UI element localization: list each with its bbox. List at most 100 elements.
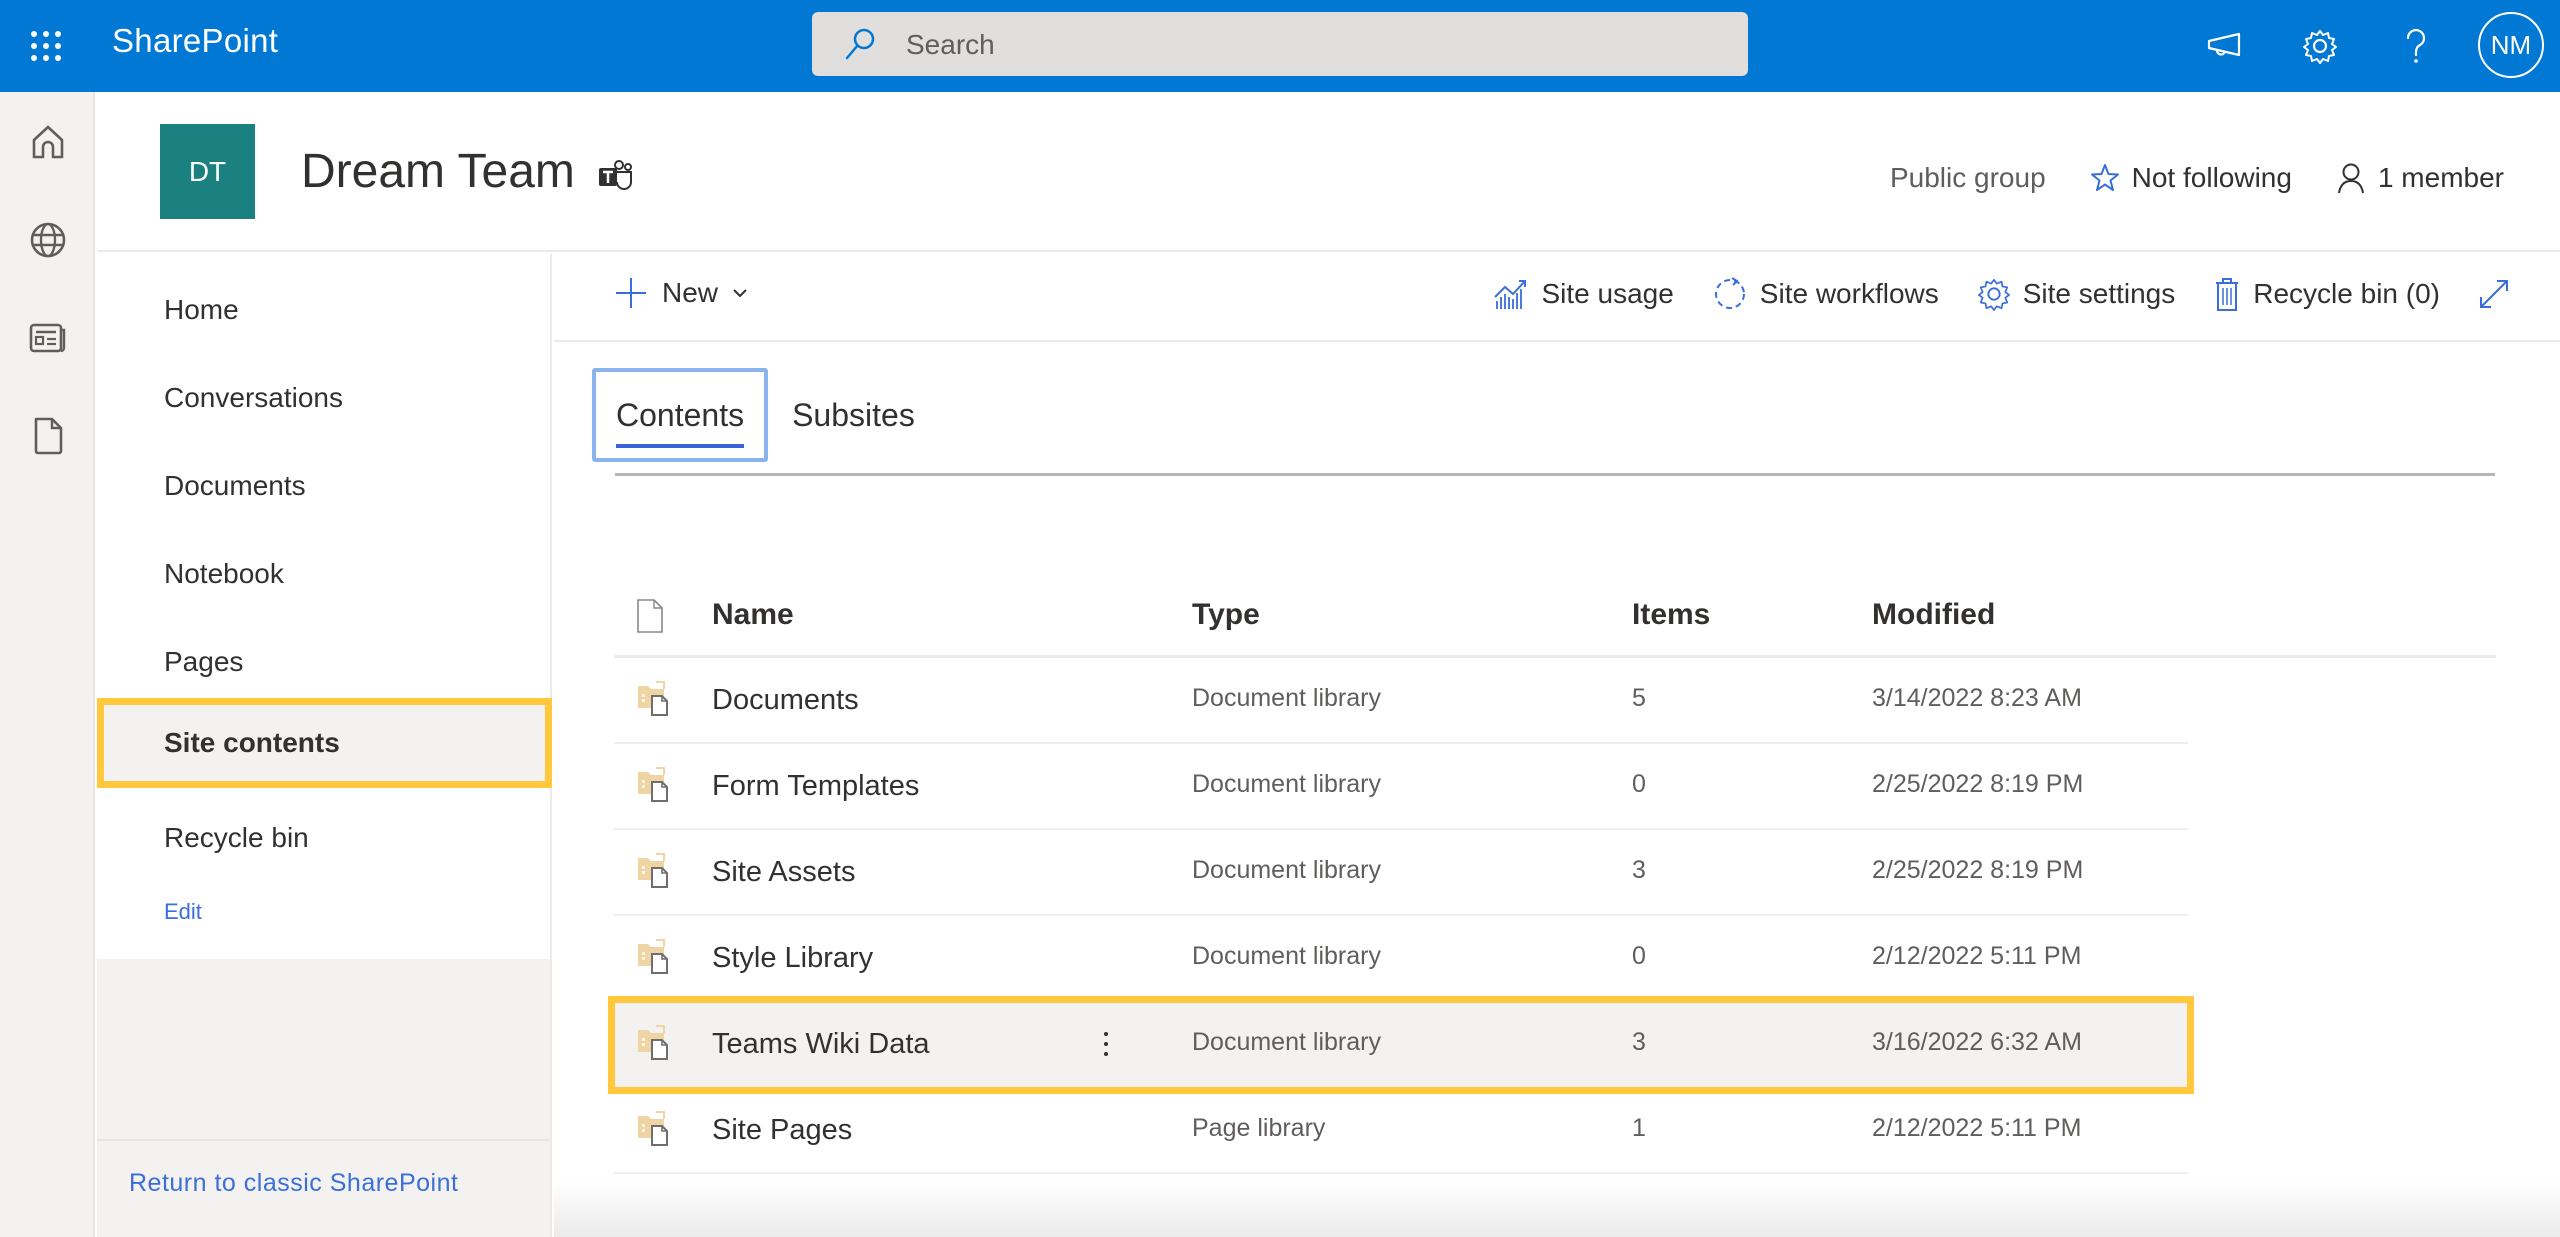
command-bar: New Site usage Site workflows Site setti… <box>554 254 2560 342</box>
members-label: 1 member <box>2377 162 2504 193</box>
row-modified: 2/25/2022 8:19 PM <box>1872 770 2084 798</box>
file-type-header-icon[interactable] <box>636 598 664 634</box>
news-icon[interactable] <box>26 316 70 360</box>
row-modified: 3/14/2022 8:23 AM <box>1872 684 2082 712</box>
row-modified: 2/25/2022 8:19 PM <box>1872 856 2084 884</box>
site-title[interactable]: Dream Team <box>301 144 575 199</box>
new-button[interactable]: New <box>614 276 748 310</box>
site-workflows-button[interactable]: Site workflows <box>1712 276 1939 312</box>
list-rows: Documents Document library 5 3/14/2022 8… <box>608 658 2496 1174</box>
list-row[interactable]: Form Templates Document library 0 2/25/2… <box>614 744 2188 830</box>
chart-icon <box>1494 280 1527 309</box>
tab-subsites[interactable]: Subsites <box>768 368 939 462</box>
star-icon <box>2090 164 2119 191</box>
column-header-name[interactable]: Name <box>712 598 794 632</box>
globe-icon[interactable] <box>26 218 70 262</box>
follow-label: Not following <box>2131 162 2292 193</box>
nav-item-home[interactable]: Home <box>97 266 550 354</box>
row-name[interactable]: Site Assets <box>712 856 855 889</box>
site-contents-list: Name Type Items Modified Documents Docum… <box>608 580 2496 1174</box>
more-options-icon[interactable] <box>1094 1024 1118 1064</box>
recycle-bin-label: Recycle bin (0) <box>2253 278 2440 309</box>
suite-header: SharePoint Search NM <box>0 0 2560 92</box>
row-type: Document library <box>1192 770 1381 798</box>
site-navigation: Home Conversations Documents Notebook Pa… <box>97 254 552 1237</box>
row-type: Document library <box>1192 1028 1381 1056</box>
row-modified: 2/12/2022 5:11 PM <box>1872 1114 2082 1142</box>
row-type: Document library <box>1192 942 1381 970</box>
site-settings-label: Site settings <box>2022 278 2176 309</box>
site-settings-button[interactable]: Site settings <box>1977 277 2176 311</box>
nav-item-pages[interactable]: Pages <box>97 618 550 706</box>
nav-divider <box>97 1139 550 1141</box>
row-modified: 3/16/2022 6:32 AM <box>1872 1028 2082 1056</box>
column-header-modified[interactable]: Modified <box>1872 598 1995 632</box>
help-icon[interactable] <box>2392 22 2440 70</box>
home-icon[interactable] <box>26 120 70 164</box>
row-items: 0 <box>1632 770 1646 798</box>
follow-button[interactable]: Not following <box>2090 162 2292 194</box>
row-name[interactable]: Form Templates <box>712 770 919 803</box>
expand-icon <box>2480 280 2508 308</box>
user-avatar[interactable]: NM <box>2478 12 2544 78</box>
person-icon <box>2337 163 2364 194</box>
nav-item-conversations[interactable]: Conversations <box>97 354 550 442</box>
teams-icon[interactable] <box>597 158 633 194</box>
row-items: 1 <box>1632 1114 1646 1142</box>
fullscreen-button[interactable] <box>2478 278 2510 310</box>
search-input[interactable]: Search <box>812 12 1748 76</box>
nav-item-recycle-bin[interactable]: Recycle bin <box>97 794 550 882</box>
app-bar <box>0 92 95 1237</box>
group-privacy: Public group <box>1889 162 2046 193</box>
list-row[interactable]: Teams Wiki Data Document library 3 3/16/… <box>608 996 2194 1094</box>
plus-icon <box>616 278 646 308</box>
site-logo[interactable]: DT <box>160 124 255 219</box>
gear-icon[interactable] <box>2296 22 2344 70</box>
tabs-divider <box>615 473 2495 476</box>
row-name[interactable]: Teams Wiki Data <box>712 1028 930 1061</box>
row-name[interactable]: Site Pages <box>712 1114 852 1147</box>
app-launcher-waffle-icon[interactable] <box>28 28 64 64</box>
nav-item-notebook[interactable]: Notebook <box>97 530 550 618</box>
site-usage-label: Site usage <box>1541 278 1674 309</box>
library-icon <box>638 1111 668 1146</box>
app-name[interactable]: SharePoint <box>112 22 278 60</box>
workflow-icon <box>1714 277 1745 309</box>
recycle-bin-button[interactable]: Recycle bin (0) <box>2213 276 2440 312</box>
members-button[interactable]: 1 member <box>2336 162 2504 194</box>
row-items: 0 <box>1632 942 1646 970</box>
row-type: Page library <box>1192 1114 1326 1142</box>
list-row[interactable]: Documents Document library 5 3/14/2022 8… <box>614 658 2188 744</box>
search-placeholder: Search <box>906 29 995 60</box>
nav-item-site-contents[interactable]: Site contents <box>97 698 552 788</box>
row-name[interactable]: Documents <box>712 684 859 717</box>
new-label: New <box>662 277 719 308</box>
site-header: DT Dream Team Public group Not following… <box>97 92 2560 252</box>
row-items: 3 <box>1632 856 1646 884</box>
row-name[interactable]: Style Library <box>712 942 873 975</box>
row-items: 3 <box>1632 1028 1646 1056</box>
list-row[interactable]: Style Library Document library 0 2/12/20… <box>614 916 2188 1002</box>
site-workflows-label: Site workflows <box>1759 278 1939 309</box>
gear-icon <box>1977 278 2010 311</box>
edit-nav-link[interactable]: Edit <box>164 899 202 925</box>
library-icon <box>638 767 668 802</box>
column-header-items[interactable]: Items <box>1632 598 1710 632</box>
site-usage-button[interactable]: Site usage <box>1493 277 1674 311</box>
megaphone-icon[interactable] <box>2200 22 2248 70</box>
row-type: Document library <box>1192 856 1381 884</box>
list-header: Name Type Items Modified <box>614 580 2496 658</box>
row-type: Document library <box>1192 684 1381 712</box>
row-modified: 2/12/2022 5:11 PM <box>1872 942 2082 970</box>
file-icon[interactable] <box>26 414 70 458</box>
column-header-type[interactable]: Type <box>1192 598 1260 632</box>
nav-item-documents[interactable]: Documents <box>97 442 550 530</box>
return-to-classic-link[interactable]: Return to classic SharePoint <box>129 1169 458 1198</box>
library-icon <box>638 853 668 888</box>
library-icon <box>638 681 668 716</box>
list-row[interactable]: Site Pages Page library 1 2/12/2022 5:11… <box>614 1088 2188 1174</box>
list-row[interactable]: Site Assets Document library 3 2/25/2022… <box>614 830 2188 916</box>
tab-contents[interactable]: Contents <box>592 368 769 462</box>
search-icon <box>845 28 875 60</box>
library-icon <box>638 939 668 974</box>
